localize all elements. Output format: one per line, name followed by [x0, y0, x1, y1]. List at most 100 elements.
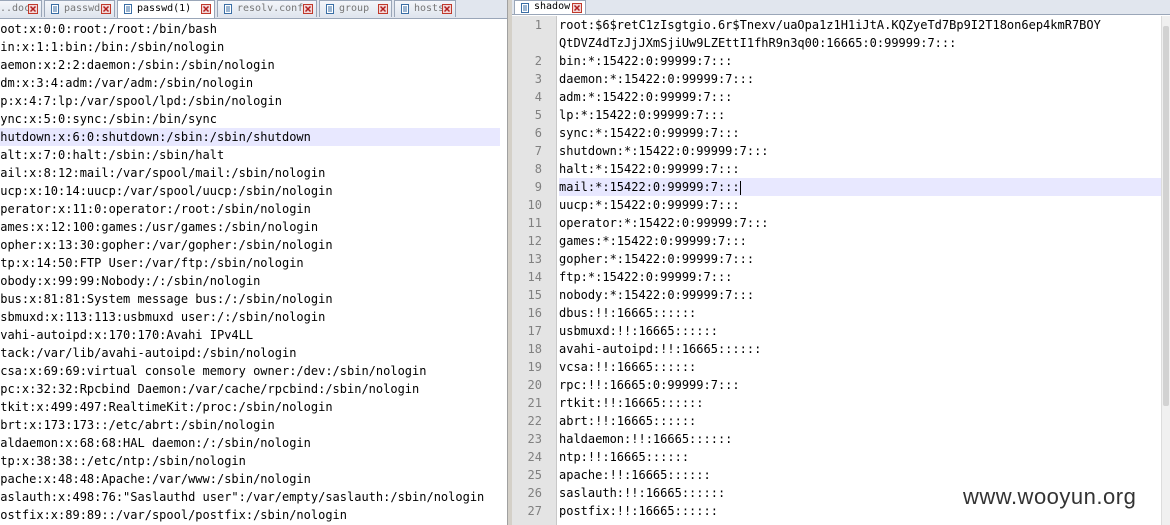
- passwd-line[interactable]: saslauth:x:498:76:"Saslauthd user":/var/…: [0, 488, 500, 506]
- tab-shadow[interactable]: shadow: [514, 0, 586, 14]
- shadow-line-text: mail:*:15422:0:99999:7:::: [559, 180, 740, 194]
- passwd-line[interactable]: ntp:x:38:38::/etc/ntp:/sbin/nologin: [0, 452, 500, 470]
- file-icon: [223, 4, 233, 14]
- shadow-line[interactable]: ntp:!!:16665::::::: [559, 448, 1167, 466]
- passwd-line[interactable]: halt:x:7:0:halt:/sbin:/sbin/halt: [0, 146, 500, 164]
- line-number: 5: [534, 108, 542, 122]
- passwd-line[interactable]: rtkit:x:499:497:RealtimeKit:/proc:/sbin/…: [0, 398, 500, 416]
- shadow-line-text: usbmuxd:!!:16665::::::: [559, 324, 718, 338]
- tab-passwd-1[interactable]: passwd(1): [117, 0, 215, 18]
- passwd-line[interactable]: ftp:x:14:50:FTP User:/var/ftp:/sbin/nolo…: [0, 254, 500, 272]
- shadow-line-text: vcsa:!!:16665::::::: [559, 360, 697, 374]
- close-icon[interactable]: [28, 4, 38, 14]
- passwd-line[interactable]: gopher:x:13:30:gopher:/var/gopher:/sbin/…: [0, 236, 500, 254]
- passwd-line[interactable]: vcsa:x:69:69:virtual console memory owne…: [0, 362, 500, 380]
- passwd-line[interactable]: lp:x:4:7:lp:/var/spool/lpd:/sbin/nologin: [0, 92, 500, 110]
- shadow-line-text: operator:*:15422:0:99999:7:::: [559, 216, 769, 230]
- passwd-line[interactable]: abrt:x:173:173::/etc/abrt:/sbin/nologin: [0, 416, 500, 434]
- file-icon: [520, 3, 530, 13]
- passwd-line[interactable]: root:x:0:0:root:/root:/bin/bash: [0, 20, 500, 38]
- shadow-line-text: uucp:*:15422:0:99999:7:::: [559, 198, 740, 212]
- shadow-line[interactable]: halt:*:15422:0:99999:7:::: [559, 160, 1167, 178]
- shadow-line-text: saslauth:!!:16665::::::: [559, 486, 726, 500]
- shadow-line[interactable]: daemon:*:15422:0:99999:7:::: [559, 70, 1167, 88]
- shadow-line[interactable]: dbus:!!:16665::::::: [559, 304, 1167, 322]
- shadow-line-text: nobody:*:15422:0:99999:7:::: [559, 288, 755, 302]
- shadow-line[interactable]: operator:*:15422:0:99999:7:::: [559, 214, 1167, 232]
- line-number: 18: [527, 342, 542, 356]
- shadow-line[interactable]: avahi-autoipd:!!:16665::::::: [559, 340, 1167, 358]
- line-number: 22: [527, 414, 542, 428]
- tab-hosts[interactable]: hosts: [394, 0, 456, 17]
- line-number: 12: [527, 234, 542, 248]
- passwd-line[interactable]: shutdown:x:6:0:shutdown:/sbin:/sbin/shut…: [0, 128, 500, 146]
- shadow-line[interactable]: rtkit:!!:16665::::::: [559, 394, 1167, 412]
- passwd-line[interactable]: nobody:x:99:99:Nobody:/:/sbin/nologin: [0, 272, 500, 290]
- tab-group[interactable]: group: [319, 0, 392, 17]
- shadow-line[interactable]: shutdown:*:15422:0:99999:7:::: [559, 142, 1167, 160]
- close-icon[interactable]: [442, 4, 452, 14]
- passwd-line[interactable]: rpc:x:32:32:Rpcbind Daemon:/var/cache/rp…: [0, 380, 500, 398]
- left-tab-bar: ..doc passwd passwd(1) resolv.conf group host…: [0, 0, 507, 19]
- shadow-line[interactable]: nobody:*:15422:0:99999:7:::: [559, 286, 1167, 304]
- shadow-line[interactable]: gopher:*:15422:0:99999:7:::: [559, 250, 1167, 268]
- shadow-line[interactable]: games:*:15422:0:99999:7:::: [559, 232, 1167, 250]
- passwd-line[interactable]: bin:x:1:1:bin:/bin:/sbin/nologin: [0, 38, 500, 56]
- passwd-line[interactable]: apache:x:48:48:Apache:/var/www:/sbin/nol…: [0, 470, 500, 488]
- close-icon[interactable]: [101, 4, 111, 14]
- passwd-line[interactable]: operator:x:11:0:operator:/root:/sbin/nol…: [0, 200, 500, 218]
- close-icon[interactable]: [201, 4, 211, 14]
- line-number: 14: [527, 270, 542, 284]
- shadow-line-text: postfix:!!:16665::::::: [559, 504, 718, 518]
- shadow-line[interactable]: sync:*:15422:0:99999:7:::: [559, 124, 1167, 142]
- passwd-line[interactable]: uucp:x:10:14:uucp:/var/spool/uucp:/sbin/…: [0, 182, 500, 200]
- passwd-line[interactable]: avahi-autoipd:x:170:170:Avahi IPv4LL: [0, 326, 500, 344]
- shadow-line[interactable]: bin:*:15422:0:99999:7:::: [559, 52, 1167, 70]
- shadow-line-text: bin:*:15422:0:99999:7:::: [559, 54, 733, 68]
- close-icon[interactable]: [378, 4, 388, 14]
- passwd-line[interactable]: games:x:12:100:games:/usr/games:/sbin/no…: [0, 218, 500, 236]
- shadow-line[interactable]: mail:*:15422:0:99999:7:::: [559, 178, 1167, 196]
- tab-label: passwd: [64, 3, 101, 14]
- tab-resolv-conf[interactable]: resolv.conf: [217, 0, 317, 17]
- passwd-line[interactable]: sync:x:5:0:sync:/sbin:/bin/sync: [0, 110, 500, 128]
- passwd-line[interactable]: daemon:x:2:2:daemon:/sbin:/sbin/nologin: [0, 56, 500, 74]
- shadow-line[interactable]: QtDVZ4dTzJjJXmSjiUw9LZEttI1fhR9n3q00:166…: [559, 34, 1167, 52]
- shadow-line-text: apache:!!:16665::::::: [559, 468, 711, 482]
- shadow-line-text: ftp:*:15422:0:99999:7:::: [559, 270, 733, 284]
- shadow-text-area[interactable]: root:$6$retC1zIsgtgio.6r$Tnexv/uaOpa1z1H…: [556, 16, 1170, 525]
- shadow-line[interactable]: lp:*:15422:0:99999:7:::: [559, 106, 1167, 124]
- shadow-line[interactable]: root:$6$retC1zIsgtgio.6r$Tnexv/uaOpa1z1H…: [559, 16, 1167, 34]
- tab-passwd[interactable]: passwd: [44, 0, 115, 17]
- close-icon[interactable]: [303, 4, 313, 14]
- line-number: 21: [527, 396, 542, 410]
- passwd-editor-pane[interactable]: ..doc passwd passwd(1) resolv.conf group host…: [0, 0, 507, 525]
- shadow-line[interactable]: rpc:!!:16665:0:99999:7:::: [559, 376, 1167, 394]
- shadow-line[interactable]: vcsa:!!:16665::::::: [559, 358, 1167, 376]
- text-cursor: [739, 180, 741, 195]
- passwd-line[interactable]: Stack:/var/lib/avahi-autoipd:/sbin/nolog…: [0, 344, 500, 362]
- shadow-line-text: adm:*:15422:0:99999:7:::: [559, 90, 733, 104]
- shadow-line-text: games:*:15422:0:99999:7:::: [559, 234, 747, 248]
- passwd-line[interactable]: postfix:x:89:89::/var/spool/postfix:/sbi…: [0, 506, 500, 524]
- shadow-editor-pane[interactable]: shadow 1 2 3 4 5 6 7 8 9 10 11 12 13 14 15 16 17 18 19 20 21…: [512, 0, 1170, 525]
- shadow-line[interactable]: apache:!!:16665::::::: [559, 466, 1167, 484]
- scrollbar-thumb[interactable]: [1163, 26, 1169, 406]
- passwd-line[interactable]: usbmuxd:x:113:113:usbmuxd user:/:/sbin/n…: [0, 308, 500, 326]
- shadow-line[interactable]: abrt:!!:16665::::::: [559, 412, 1167, 430]
- shadow-line[interactable]: adm:*:15422:0:99999:7:::: [559, 88, 1167, 106]
- passwd-text-area[interactable]: root:x:0:0:root:/root:/bin/bash bin:x:1:1…: [0, 20, 507, 525]
- passwd-line[interactable]: dbus:x:81:81:System message bus:/:/sbin/…: [0, 290, 500, 308]
- shadow-line[interactable]: uucp:*:15422:0:99999:7:::: [559, 196, 1167, 214]
- shadow-line[interactable]: ftp:*:15422:0:99999:7:::: [559, 268, 1167, 286]
- tab-doc[interactable]: ..doc: [0, 0, 42, 17]
- shadow-line[interactable]: usbmuxd:!!:16665::::::: [559, 322, 1167, 340]
- passwd-line[interactable]: mail:x:8:12:mail:/var/spool/mail:/sbin/n…: [0, 164, 500, 182]
- close-icon[interactable]: [572, 3, 582, 13]
- vertical-scrollbar[interactable]: [1161, 16, 1170, 525]
- passwd-line[interactable]: adm:x:3:4:adm:/var/adm:/sbin/nologin: [0, 74, 500, 92]
- passwd-line[interactable]: haldaemon:x:68:68:HAL daemon:/:/sbin/nol…: [0, 434, 500, 452]
- line-number-gutter: 1 2 3 4 5 6 7 8 9 10 11 12 13 14 15 16 17 18 19 20 21 22 23 24 2…: [512, 16, 557, 525]
- shadow-line[interactable]: haldaemon:!!:16665::::::: [559, 430, 1167, 448]
- line-number: 6: [534, 126, 542, 140]
